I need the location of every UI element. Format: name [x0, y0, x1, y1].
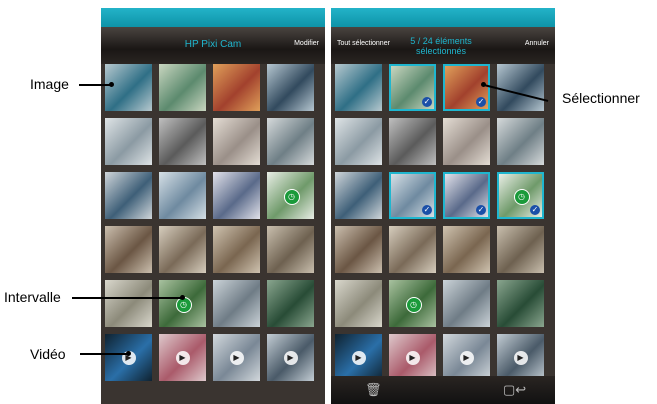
- phone-send-icon[interactable]: ▢↩: [503, 382, 526, 398]
- interval-thumbnail[interactable]: ◷: [159, 280, 206, 327]
- callout-interval: Intervalle: [4, 289, 61, 305]
- image-thumbnail[interactable]: [497, 226, 544, 273]
- selection-count-line1: 5 / 24 éléments: [410, 36, 472, 46]
- play-icon: ▶: [405, 350, 420, 365]
- play-icon: ▶: [513, 350, 528, 365]
- image-thumbnail[interactable]: [159, 118, 206, 165]
- play-icon: ▶: [351, 350, 366, 365]
- selection-count: 5 / 24 éléments sélectionnés: [391, 36, 491, 56]
- image-thumbnail[interactable]: [105, 64, 152, 111]
- checkmark-icon: ✓: [422, 97, 432, 107]
- image-thumbnail[interactable]: [267, 118, 314, 165]
- status-bar: [101, 8, 325, 27]
- trash-icon[interactable]: 🗑: [365, 382, 382, 398]
- image-thumbnail[interactable]: [213, 118, 260, 165]
- image-thumbnail[interactable]: [497, 118, 544, 165]
- video-thumbnail[interactable]: ▶: [389, 334, 436, 381]
- video-thumbnail[interactable]: ▶: [335, 334, 382, 381]
- interval-clock-icon: ◷: [405, 296, 422, 313]
- image-thumbnail[interactable]: ✓: [443, 172, 490, 219]
- image-thumbnail[interactable]: [267, 64, 314, 111]
- image-thumbnail[interactable]: [159, 64, 206, 111]
- image-thumbnail[interactable]: [213, 172, 260, 219]
- image-thumbnail[interactable]: [335, 226, 382, 273]
- image-thumbnail[interactable]: [267, 280, 314, 327]
- callout-dot: [126, 351, 131, 356]
- callout-dot: [109, 82, 114, 87]
- image-thumbnail[interactable]: [497, 280, 544, 327]
- image-thumbnail[interactable]: [389, 226, 436, 273]
- callout-select: Sélectionner: [562, 90, 640, 106]
- callout-image: Image: [30, 76, 69, 92]
- checkmark-icon: ✓: [476, 205, 486, 215]
- image-thumbnail[interactable]: [335, 280, 382, 327]
- interval-thumbnail[interactable]: ◷ ✓: [497, 172, 544, 219]
- video-thumbnail[interactable]: ▶: [497, 334, 544, 381]
- image-thumbnail[interactable]: [335, 118, 382, 165]
- video-thumbnail[interactable]: ▶: [267, 334, 314, 381]
- callout-line: [79, 84, 111, 86]
- image-thumbnail[interactable]: ✓: [443, 64, 490, 111]
- image-thumbnail[interactable]: [159, 226, 206, 273]
- image-thumbnail[interactable]: ✓: [389, 172, 436, 219]
- gallery-screen: HP Pixi Cam Modifier ◷ ◷ ▶ ▶ ▶ ▶: [101, 8, 325, 404]
- image-thumbnail[interactable]: [443, 226, 490, 273]
- image-thumbnail[interactable]: [443, 280, 490, 327]
- image-thumbnail[interactable]: [105, 226, 152, 273]
- image-thumbnail[interactable]: [443, 118, 490, 165]
- image-thumbnail[interactable]: [497, 64, 544, 111]
- image-thumbnail[interactable]: [105, 280, 152, 327]
- play-icon: ▶: [283, 350, 298, 365]
- video-thumbnail[interactable]: ▶: [213, 334, 260, 381]
- image-thumbnail[interactable]: [159, 172, 206, 219]
- image-thumbnail[interactable]: [335, 64, 382, 111]
- interval-thumbnail[interactable]: ◷: [389, 280, 436, 327]
- interval-clock-icon: ◷: [283, 188, 300, 205]
- image-thumbnail[interactable]: [213, 280, 260, 327]
- interval-thumbnail[interactable]: ◷: [267, 172, 314, 219]
- callout-line: [72, 297, 182, 299]
- callout-dot: [180, 295, 185, 300]
- selection-header: Tout sélectionner 5 / 24 éléments sélect…: [331, 27, 555, 64]
- callout-video: Vidéo: [30, 346, 66, 362]
- image-thumbnail[interactable]: [389, 118, 436, 165]
- callout-line: [80, 353, 128, 355]
- image-thumbnail[interactable]: [213, 226, 260, 273]
- selection-screen: Tout sélectionner 5 / 24 éléments sélect…: [331, 8, 555, 404]
- video-thumbnail[interactable]: ▶: [159, 334, 206, 381]
- bottom-action-bar: 🗑 ▢↩: [331, 376, 555, 404]
- play-icon: ▶: [459, 350, 474, 365]
- selection-count-line2: sélectionnés: [415, 46, 467, 56]
- image-thumbnail[interactable]: [267, 226, 314, 273]
- modify-button[interactable]: Modifier: [294, 40, 319, 47]
- interval-clock-icon: ◷: [513, 188, 530, 205]
- callout-dot: [481, 82, 486, 87]
- image-thumbnail[interactable]: [213, 64, 260, 111]
- app-header: HP Pixi Cam Modifier: [101, 27, 325, 64]
- checkmark-icon: ✓: [530, 205, 540, 215]
- image-thumbnail[interactable]: [105, 172, 152, 219]
- video-thumbnail[interactable]: ▶: [105, 334, 152, 381]
- checkmark-icon: ✓: [476, 97, 486, 107]
- status-bar: [331, 8, 555, 27]
- image-thumbnail[interactable]: [335, 172, 382, 219]
- cancel-button[interactable]: Annuler: [525, 40, 549, 47]
- checkmark-icon: ✓: [422, 205, 432, 215]
- play-icon: ▶: [175, 350, 190, 365]
- image-thumbnail[interactable]: [105, 118, 152, 165]
- image-thumbnail[interactable]: ✓: [389, 64, 436, 111]
- app-title: HP Pixi Cam: [184, 39, 242, 50]
- select-all-button[interactable]: Tout sélectionner: [337, 40, 390, 47]
- play-icon: ▶: [229, 350, 244, 365]
- video-thumbnail[interactable]: ▶: [443, 334, 490, 381]
